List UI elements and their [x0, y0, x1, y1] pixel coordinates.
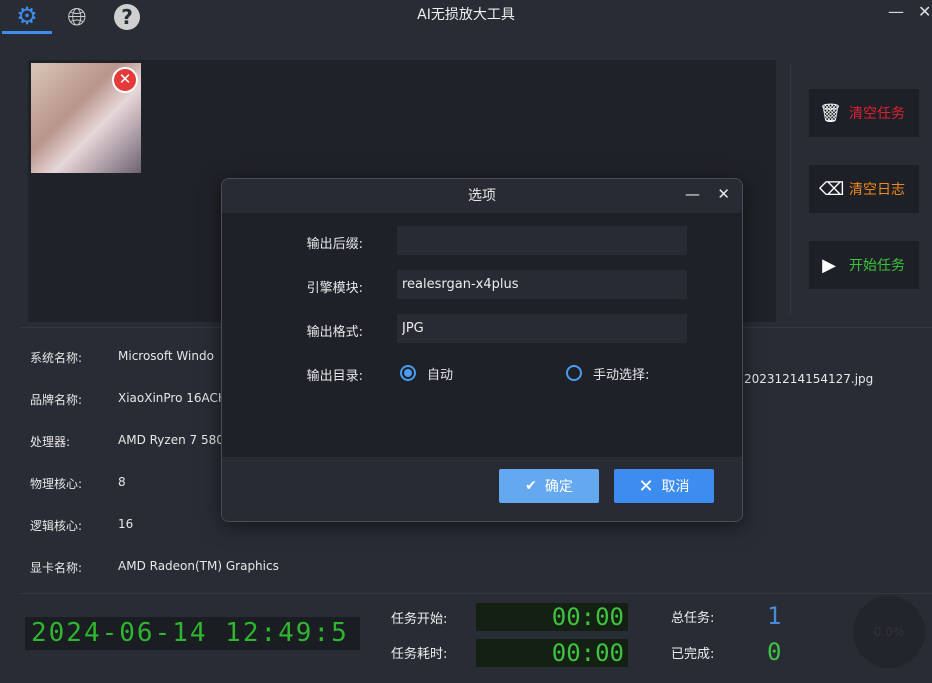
dialog-title: 选项	[468, 188, 496, 204]
total-count: 1	[767, 602, 782, 630]
trash-icon: 🗑︎	[819, 102, 842, 124]
engine-label: 引擎模块:	[306, 281, 363, 296]
auto-radio[interactable]	[400, 365, 416, 381]
log-line: 20231214154127.jpg	[744, 372, 874, 386]
label: 清空任务	[849, 106, 905, 122]
info-value: 16	[118, 517, 134, 531]
info-value: XiaoXinPro 16ACH	[118, 391, 227, 405]
total-label: 总任务:	[671, 611, 715, 626]
elapsed-label: 任务耗时:	[391, 647, 448, 662]
progress-ring: 0.0%	[853, 596, 925, 668]
info-label: 处理器:	[30, 435, 71, 449]
info-value: AMD Ryzen 7 5800	[118, 433, 232, 447]
done-label: 已完成:	[671, 647, 715, 662]
minimize-button[interactable]: —	[888, 2, 904, 21]
format-label: 输出格式:	[306, 325, 363, 340]
info-label: 系统名称:	[30, 351, 83, 365]
info-label: 逻辑核心:	[30, 519, 83, 533]
x-icon: ✕	[638, 475, 654, 497]
info-row: 显卡名称: AMD Radeon(TM) Graphics	[30, 559, 279, 576]
label: 清空日志	[849, 182, 905, 198]
label: 开始任务	[849, 258, 905, 274]
eraser-icon: ⌫	[819, 178, 845, 200]
info-row: 逻辑核心: 16	[30, 517, 133, 534]
dialog-footer: ✔ 确定 ✕ 取消	[222, 457, 742, 521]
info-row: 物理核心: 8	[30, 475, 126, 492]
info-value: AMD Radeon(TM) Graphics	[118, 559, 279, 573]
cancel-label: 取消	[661, 479, 690, 495]
clear-log-button[interactable]: ⌫ 清空日志	[809, 165, 919, 213]
info-value: 8	[118, 475, 126, 489]
info-row: 品牌名称: XiaoXinPro 16ACH	[30, 391, 227, 408]
dialog-header: 选项	[222, 179, 742, 213]
cancel-button[interactable]: ✕ 取消	[614, 469, 714, 503]
auto-radio-label[interactable]: 自动	[427, 364, 453, 383]
check-icon: ✔	[525, 478, 537, 494]
ok-button[interactable]: ✔ 确定	[499, 469, 599, 503]
info-row: 处理器: AMD Ryzen 7 5800	[30, 433, 232, 450]
info-label: 物理核心:	[30, 477, 83, 491]
suffix-input[interactable]	[397, 226, 687, 255]
clock-display: 2024-06-14 12:49:5	[25, 617, 360, 650]
start-time-display: 00:00	[476, 603, 628, 631]
start-label: 任务开始:	[391, 612, 448, 627]
progress-text: 0.0%	[873, 625, 905, 639]
ok-label: 确定	[544, 479, 573, 495]
divider	[20, 593, 932, 594]
clear-tasks-button[interactable]: 🗑︎ 清空任务	[809, 89, 919, 137]
remove-image-icon[interactable]: ✕	[112, 67, 138, 93]
window-title: AI无损放大工具	[417, 7, 515, 23]
start-task-button[interactable]: ▶ 开始任务	[809, 241, 919, 289]
play-icon: ▶	[822, 254, 836, 276]
close-button[interactable]: ✕	[918, 2, 931, 21]
divider	[790, 65, 791, 315]
info-row: 系统名称: Microsoft Windo	[30, 349, 214, 366]
done-count: 0	[767, 638, 782, 666]
info-label: 品牌名称:	[30, 393, 83, 407]
engine-input[interactable]	[397, 270, 687, 299]
options-dialog: 选项 — ✕ 输出后缀: 引擎模块: 输出格式: 输出目录: 自动 手动选择: …	[221, 178, 743, 522]
manual-radio-label[interactable]: 手动选择:	[593, 364, 649, 383]
suffix-label: 输出后缀:	[306, 237, 363, 252]
output-dir-label: 输出目录:	[306, 369, 363, 384]
dialog-minimize-button[interactable]: —	[685, 185, 700, 203]
info-value: Microsoft Windo	[118, 349, 214, 363]
elapsed-time-display: 00:00	[476, 639, 628, 667]
format-input[interactable]	[397, 314, 687, 343]
manual-radio[interactable]	[566, 365, 582, 381]
info-label: 显卡名称:	[30, 561, 83, 575]
dialog-close-button[interactable]: ✕	[717, 185, 730, 203]
